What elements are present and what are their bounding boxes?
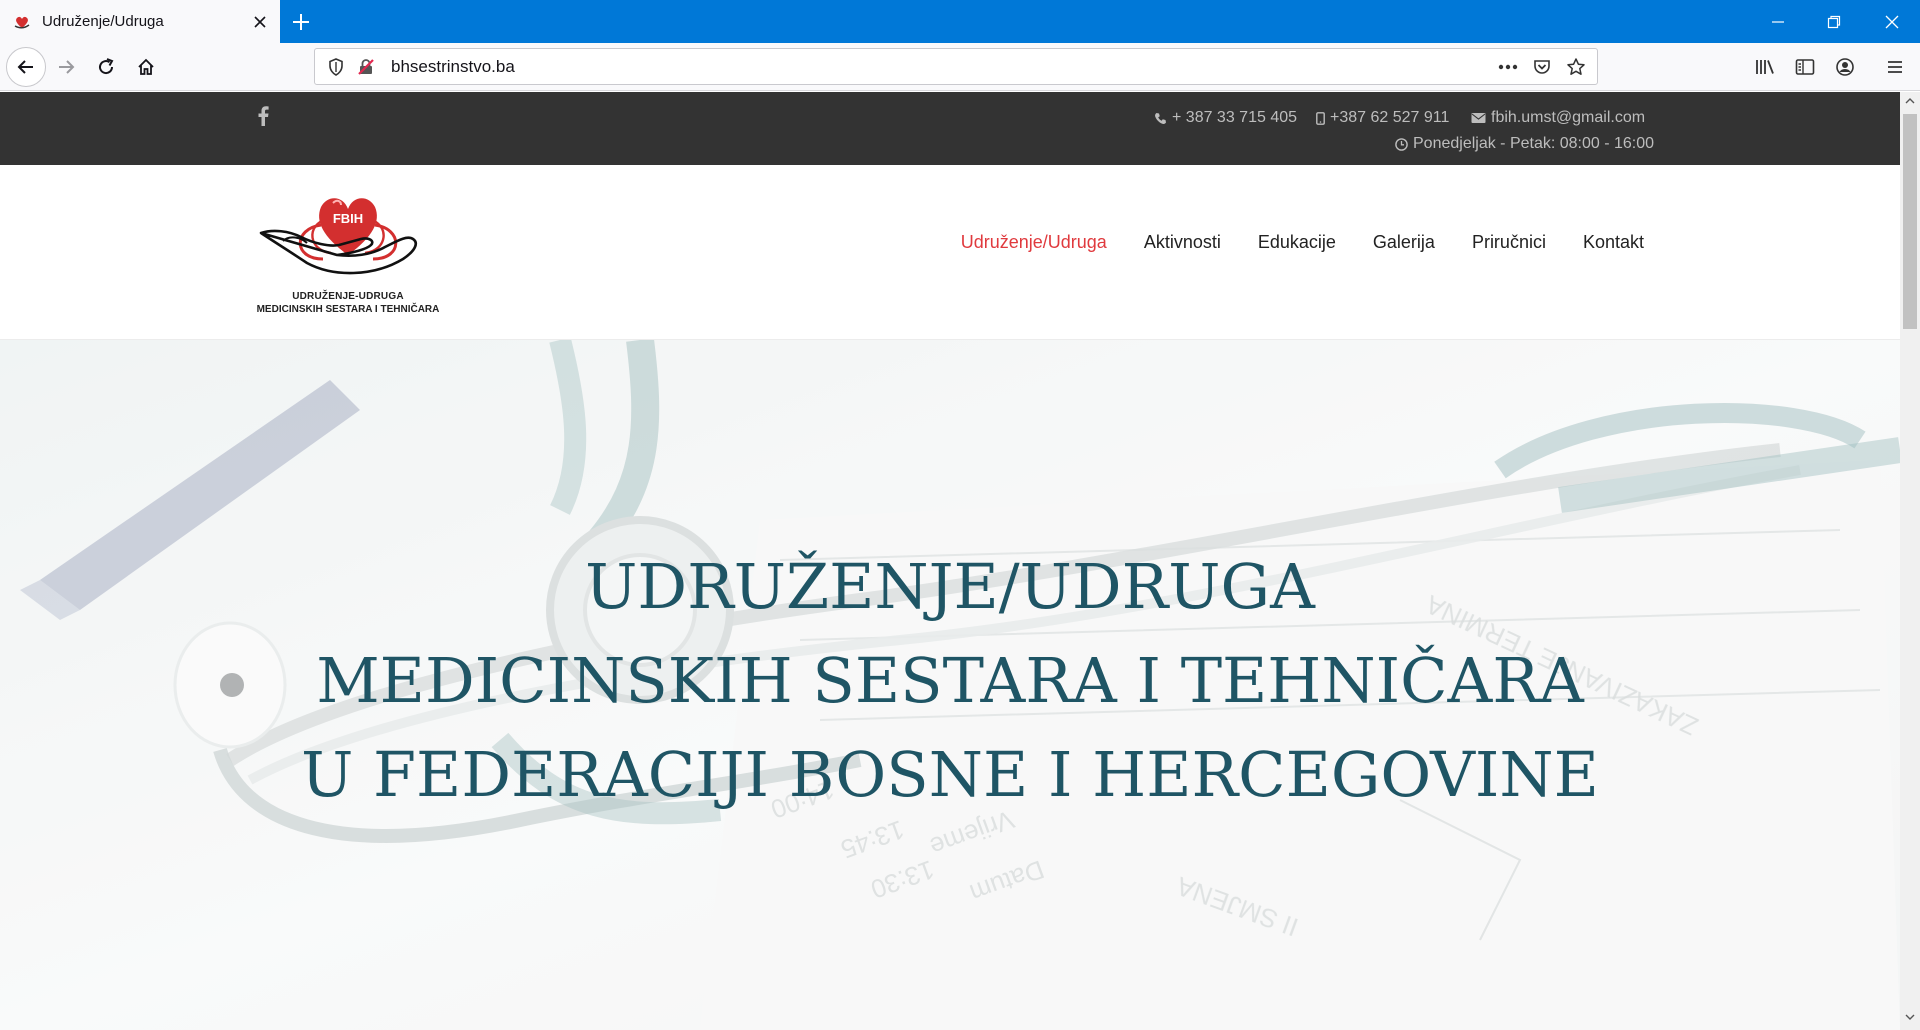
site-logo[interactable]: FBIH UDRUŽENJE-UDRUGA MEDICINSKIH SESTAR… (253, 185, 443, 320)
hero-title: UDRUŽENJE/UDRUGA MEDICINSKIH SESTARA I T… (0, 540, 1900, 822)
new-tab-button[interactable] (286, 7, 316, 37)
menu-item-edukacije[interactable]: Edukacije (1258, 232, 1336, 253)
minimize-window-icon[interactable] (1750, 0, 1806, 43)
phone-1: + 387 33 715 405 (1172, 109, 1298, 126)
hero-title-line3: U FEDERACIJI BOSNE I HERCEGOVINE (301, 738, 1599, 811)
url-text: bhsestrinstvo.ba (391, 56, 515, 76)
hero-title-line1: UDRUŽENJE/UDRUGA (585, 550, 1315, 623)
pocket-icon[interactable] (1527, 52, 1557, 82)
navigation-toolbar: bhsestrinstvo.ba (0, 43, 1920, 91)
menu-item-kontakt[interactable]: Kontakt (1583, 232, 1644, 253)
phone-2: +387 62 527 911 (1330, 109, 1450, 126)
logo-text-line2: MEDICINSKIH SESTARA I TEHNIČARA (256, 304, 440, 315)
scroll-down-icon[interactable] (1900, 1008, 1920, 1026)
clock-icon (1395, 137, 1408, 151)
back-button[interactable] (6, 47, 46, 87)
sidebar-icon[interactable] (1790, 52, 1820, 82)
scroll-up-icon[interactable] (1900, 92, 1920, 110)
menu-hamburger-icon[interactable] (1880, 52, 1910, 82)
restore-window-icon[interactable] (1806, 0, 1862, 43)
tab-title: Udruženje/Udruga (42, 13, 164, 30)
home-button[interactable] (128, 49, 164, 85)
library-icon[interactable] (1750, 52, 1780, 82)
account-icon[interactable] (1830, 52, 1860, 82)
tab-strip: Udruženje/Udruga (0, 0, 1920, 43)
logo-text-line1: UDRUŽENJE-UDRUGA (292, 291, 404, 302)
menu-item-aktivnosti[interactable]: Aktivnosti (1144, 232, 1221, 253)
working-hours: Ponedjeljak - Petak: 08:00 - 16:00 (1395, 135, 1654, 153)
site-header: FBIH UDRUŽENJE-UDRUGA MEDICINSKIH SESTAR… (0, 165, 1900, 340)
hero-banner: 14:00 13:45 13:30 Vrijeme Datum ZAKAZIVA… (0, 340, 1900, 1030)
heart-hand-logo-icon: FBIH (259, 198, 417, 275)
menu-item-galerija[interactable]: Galerija (1373, 232, 1435, 253)
browser-tab[interactable]: Udruženje/Udruga (0, 0, 280, 43)
email-contact[interactable]: fbih.umst@gmail.com (1471, 109, 1645, 127)
reload-button[interactable] (88, 49, 124, 85)
contact-topbar: + 387 33 715 405 +387 62 527 911 fbih.um… (0, 92, 1900, 165)
site-favicon-icon (12, 12, 32, 32)
insecure-connection-icon[interactable] (351, 52, 381, 82)
scrollbar-thumb[interactable] (1903, 114, 1917, 329)
envelope-icon (1471, 113, 1486, 123)
svg-text:FBIH: FBIH (333, 211, 363, 226)
bookmark-star-icon[interactable] (1561, 52, 1591, 82)
page-actions-icon[interactable] (1493, 52, 1523, 82)
close-window-icon[interactable] (1864, 0, 1920, 43)
address-bar[interactable]: bhsestrinstvo.ba (314, 48, 1598, 85)
tracking-shield-icon[interactable] (321, 52, 351, 82)
email-address: fbih.umst@gmail.com (1491, 109, 1646, 126)
forward-button[interactable] (48, 49, 84, 85)
web-page: + 387 33 715 405 +387 62 527 911 fbih.um… (0, 92, 1900, 1030)
phone-icon (1155, 112, 1166, 124)
facebook-icon[interactable] (253, 104, 273, 128)
phone-contact[interactable]: + 387 33 715 405 (1154, 109, 1297, 127)
page-scrollbar[interactable] (1900, 92, 1920, 1030)
main-menu: Udruženje/Udruga Aktivnosti Edukacije Ga… (961, 232, 1644, 253)
mobile-phone-icon (1316, 111, 1325, 125)
menu-item-udruzenje[interactable]: Udruženje/Udruga (961, 232, 1107, 253)
close-tab-icon[interactable] (246, 8, 274, 36)
hero-title-line2: MEDICINSKIH SESTARA I TEHNIČARA (316, 644, 1584, 717)
menu-item-prirucnici[interactable]: Priručnici (1472, 232, 1546, 253)
hours-text: Ponedjeljak - Petak: 08:00 - 16:00 (1413, 135, 1655, 152)
mobile-contact[interactable]: +387 62 527 911 (1316, 109, 1449, 127)
